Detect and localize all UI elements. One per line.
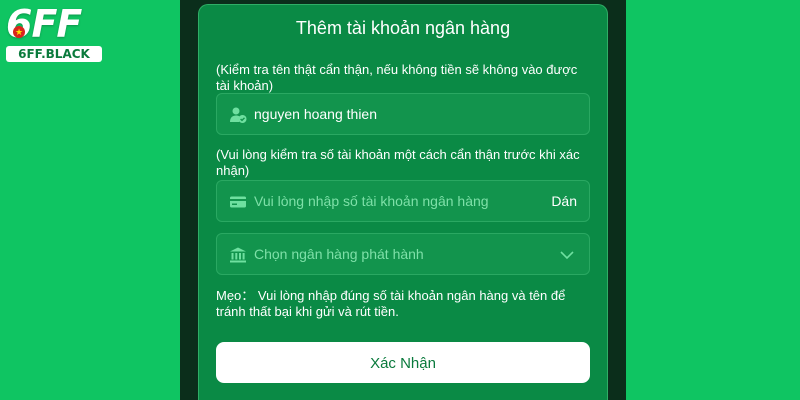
bank-select-placeholder: Chọn ngân hàng phát hành [254,246,424,262]
account-number-note: (Vui lòng kiểm tra số tài khoản một cách… [216,147,580,178]
account-number-placeholder: Vui lòng nhập số tài khoản ngân hàng [254,193,489,209]
card-icon [230,196,246,208]
dialog-title: Thêm tài khoản ngân hàng [295,18,511,38]
account-name-value: nguyen hoang thien [254,106,377,122]
flag-icon: ★ [13,26,25,38]
chevron-down-icon [560,251,574,260]
user-check-icon [230,107,247,123]
account-number-field[interactable]: Vui lòng nhập số tài khoản ngân hàng Dán [216,180,590,222]
name-note: (Kiểm tra tên thật cẩn thận, nếu không t… [216,62,578,93]
logo-sub: 6FF.BLACK [6,46,102,62]
bank-icon [230,247,246,263]
paste-button[interactable]: Dán [551,181,577,221]
bank-select[interactable]: Chọn ngân hàng phát hành [216,233,590,275]
account-name-field[interactable]: nguyen hoang thien [216,93,590,135]
logo-main: 6FF [6,2,82,46]
tip-text: Mẹo： Vui lòng nhập đúng số tài khoản ngâ… [216,288,566,319]
brand-logo: 6FF ★ 6FF.BLACK [6,4,102,64]
add-bank-account-dialog: Thêm tài khoản ngân hàng (Kiểm tra tên t… [198,4,608,400]
confirm-button[interactable]: Xác Nhận [216,342,590,383]
